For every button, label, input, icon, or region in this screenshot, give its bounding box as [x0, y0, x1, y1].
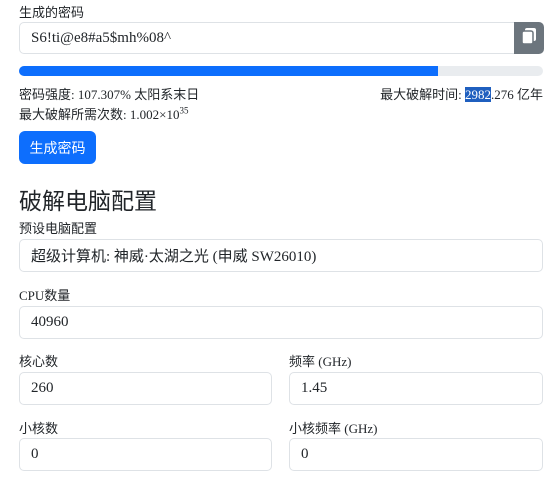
password-value: S6!ti@e8#a5$mh%08^: [31, 29, 172, 46]
max-time-highlight: 2982: [464, 87, 491, 102]
max-crack-time: 最大破解时间: 2982.276 亿年: [380, 84, 543, 103]
max-attempts: 最大破解所需次数: 1.002×1035: [19, 104, 188, 123]
strength-value: 107.307%: [77, 87, 131, 102]
preset-select[interactable]: 超级计算机: 神威·太湖之光 (申威 SW26010): [19, 239, 543, 272]
small-cores-value: 0: [31, 446, 39, 462]
small-frequency-input[interactable]: 0: [289, 438, 543, 471]
attempts-label: 最大破解所需次数:: [19, 107, 127, 122]
cpu-count-input[interactable]: 40960: [19, 306, 543, 339]
password-label: 生成的密码: [19, 5, 85, 20]
strength-level: 太阳系末日: [134, 87, 200, 102]
frequency-value: 1.45: [301, 380, 328, 396]
max-time-rest: .276 亿年: [490, 87, 543, 102]
small-cores-input[interactable]: 0: [19, 438, 272, 471]
strength-progress-bar: [19, 66, 543, 76]
strength-label: 密码强度:: [19, 87, 75, 102]
attempts-times: ×10: [159, 107, 180, 122]
small-cores-label: 小核数: [19, 421, 59, 436]
frequency-label: 频率 (GHz): [289, 354, 352, 369]
small-frequency-value: 0: [301, 446, 309, 462]
cpu-count-label: CPU数量: [19, 288, 71, 303]
preset-label: 预设电脑配置: [19, 221, 98, 236]
password-output[interactable]: S6!ti@e8#a5$mh%08^: [19, 22, 515, 54]
section-title: 破解电脑配置: [19, 189, 157, 214]
max-time-label: 最大破解时间:: [380, 87, 462, 102]
cpu-count-value: 40960: [31, 314, 69, 330]
strength-progress-fill: [19, 66, 439, 76]
copy-button[interactable]: [514, 22, 544, 54]
small-frequency-label: 小核频率 (GHz): [289, 421, 378, 436]
generate-password-button[interactable]: 生成密码: [19, 131, 96, 164]
cores-label: 核心数: [19, 354, 59, 369]
attempts-exponent: 35: [179, 105, 189, 116]
cores-input[interactable]: 260: [19, 372, 272, 405]
cores-value: 260: [31, 380, 54, 396]
attempts-mantissa: 1.002: [129, 107, 160, 122]
copy-icon: [521, 27, 536, 49]
preset-value: 超级计算机: 神威·太湖之光 (申威 SW26010): [31, 249, 317, 265]
strength-text: 密码强度: 107.307% 太阳系末日: [19, 84, 199, 103]
frequency-input[interactable]: 1.45: [289, 372, 543, 405]
